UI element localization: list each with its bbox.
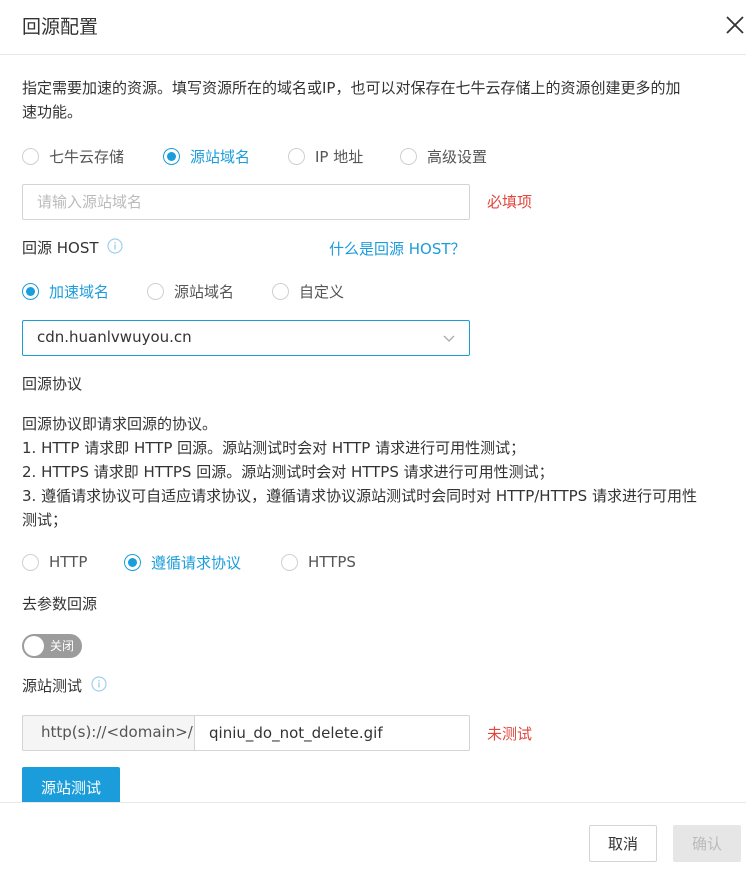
test-status: 未测试: [487, 725, 533, 743]
protocol-desc-2: 2. HTTPS 请求即 HTTPS 回源。源站测试时会对 HTTPS 请求进行…: [22, 463, 554, 481]
radio-label: 遵循请求协议: [151, 553, 242, 572]
source-type-radio-group: 七牛云存储 源站域名 IP 地址 高级设置: [22, 144, 502, 168]
radio-qiniu-storage[interactable]: 七牛云存储: [22, 144, 124, 168]
host-select[interactable]: cdn.huanlvwuyou.cn: [22, 320, 470, 356]
what-is-host-link[interactable]: 什么是回源 HOST？: [329, 238, 466, 259]
toggle-label: 关闭: [50, 639, 75, 653]
radio-dot: [281, 553, 298, 571]
chevron-down-icon: [443, 335, 455, 342]
info-icon[interactable]: [103, 237, 123, 261]
dialog-header: 回源配置: [0, 0, 746, 55]
radio-source-domain[interactable]: 源站域名: [163, 144, 250, 168]
radio-dot: [288, 147, 305, 165]
radio-label: HTTPS: [308, 553, 356, 571]
close-button[interactable]: [724, 12, 746, 38]
strip-params-toggle[interactable]: 关闭: [22, 634, 82, 658]
radio-dot: [147, 282, 164, 300]
host-select-value: cdn.huanlvwuyou.cn: [37, 328, 192, 346]
dialog-title: 回源配置: [22, 16, 99, 38]
radio-dot: [400, 147, 417, 165]
radio-accel-domain[interactable]: 加速域名: [22, 279, 109, 303]
radio-label: 加速域名: [49, 282, 110, 301]
radio-https[interactable]: HTTPS: [281, 550, 356, 574]
radio-dot: [22, 282, 39, 300]
source-domain-input[interactable]: [22, 184, 470, 220]
url-prefix: http(s)://<domain>/: [41, 723, 193, 741]
info-icon[interactable]: [87, 675, 107, 699]
intro-line-2: 速功能。: [22, 103, 83, 121]
protocol-desc-3: 3. 遵循请求协议可自适应请求协议，遵循请求协议源站测试时会同时对 HTTP/H…: [22, 487, 697, 505]
radio-ip-address[interactable]: IP 地址: [288, 144, 363, 168]
confirm-button[interactable]: 确认: [673, 825, 741, 862]
radio-label: 高级设置: [427, 147, 488, 166]
protocol-desc-4: 测试；: [22, 511, 68, 529]
host-label-row: 回源 HOST: [22, 236, 123, 261]
protocol-radio-group: HTTP 遵循请求协议 HTTPS: [22, 550, 422, 574]
origin-config-dialog: 回源配置 指定需要加速的资源。填写资源所在的域名或IP，也可以对保存在七牛云存储…: [0, 0, 746, 869]
radio-advanced-settings[interactable]: 高级设置: [400, 144, 487, 168]
radio-http[interactable]: HTTP: [22, 550, 87, 574]
source-test-label: 源站测试: [22, 677, 83, 695]
radio-dot: [124, 553, 141, 571]
radio-custom[interactable]: 自定义: [272, 279, 344, 303]
protocol-desc-0: 回源协议即请求回源的协议。: [22, 415, 218, 433]
toggle-knob: [24, 636, 44, 656]
protocol-label: 回源协议: [22, 375, 83, 393]
source-test-label-row: 源站测试: [22, 674, 107, 699]
url-prefix-addon: http(s)://<domain>/: [22, 715, 194, 751]
radio-dot: [272, 282, 289, 300]
host-radio-group: 加速域名 源站域名 自定义: [22, 279, 422, 303]
radio-follow-request[interactable]: 遵循请求协议: [124, 550, 241, 574]
radio-label: 源站域名: [190, 147, 251, 166]
radio-dot: [163, 147, 180, 165]
close-icon: [726, 16, 744, 34]
radio-label: 源站域名: [174, 282, 235, 301]
radio-label: HTTP: [49, 553, 88, 571]
radio-label: 自定义: [299, 282, 345, 301]
radio-host-source-domain[interactable]: 源站域名: [147, 279, 234, 303]
radio-dot: [22, 553, 39, 571]
strip-params-label: 去参数回源: [22, 595, 98, 613]
radio-label: IP 地址: [315, 147, 364, 166]
dialog-body: 指定需要加速的资源。填写资源所在的域名或IP，也可以对保存在七牛云存储上的资源创…: [0, 56, 746, 802]
protocol-desc-1: 1. HTTP 请求即 HTTP 回源。源站测试时会对 HTTP 请求进行可用性…: [22, 439, 526, 457]
source-test-button[interactable]: 源站测试: [22, 767, 120, 802]
test-path-input[interactable]: [194, 715, 470, 751]
cancel-button[interactable]: 取消: [589, 825, 657, 862]
radio-dot: [22, 147, 39, 165]
radio-label: 七牛云存储: [49, 147, 125, 166]
host-label: 回源 HOST: [22, 239, 99, 257]
dialog-footer: 取消 确认: [0, 802, 746, 869]
required-hint: 必填项: [487, 193, 533, 211]
intro-line-1: 指定需要加速的资源。填写资源所在的域名或IP，也可以对保存在七牛云存储上的资源创…: [22, 79, 681, 97]
